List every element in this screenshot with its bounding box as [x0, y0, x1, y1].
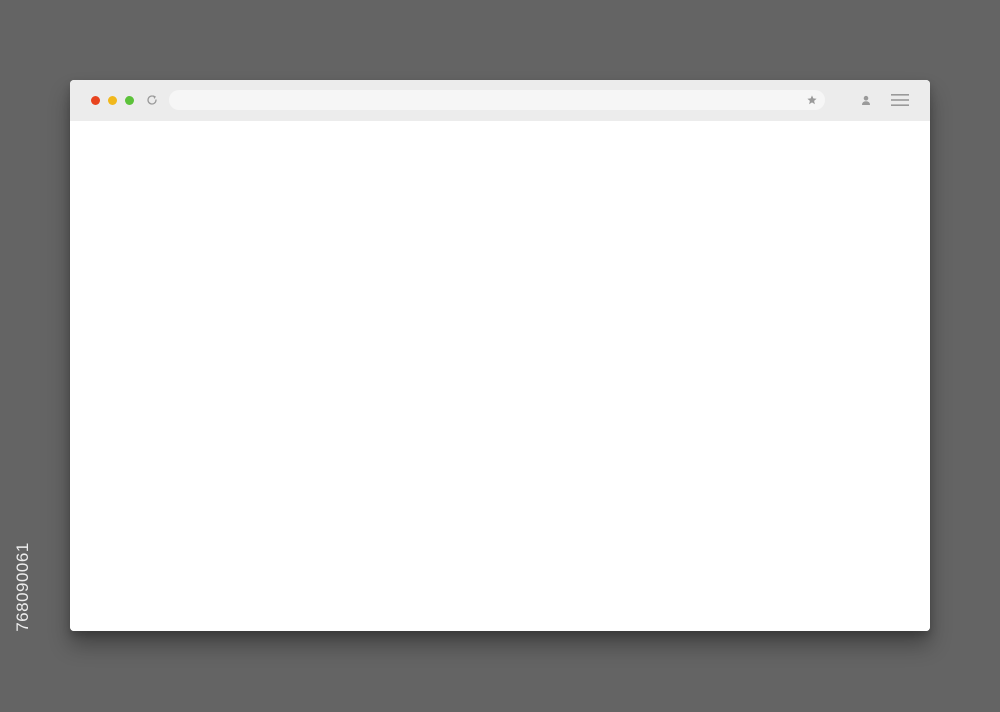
screen-background: { "colors": { "background": "#646464", "… — [0, 0, 1000, 712]
minimize-window-button[interactable] — [108, 96, 117, 105]
hamburger-menu-icon[interactable] — [891, 93, 909, 107]
close-window-button[interactable] — [91, 96, 100, 105]
browser-toolbar — [70, 80, 930, 121]
browser-window — [70, 80, 930, 631]
page-content-area[interactable] — [70, 121, 930, 631]
address-bar[interactable] — [169, 90, 825, 110]
reload-icon[interactable] — [146, 94, 158, 106]
star-icon[interactable] — [807, 95, 817, 105]
watermark-id: 768090061 — [13, 542, 32, 632]
maximize-window-button[interactable] — [125, 96, 134, 105]
user-icon[interactable] — [861, 95, 871, 106]
